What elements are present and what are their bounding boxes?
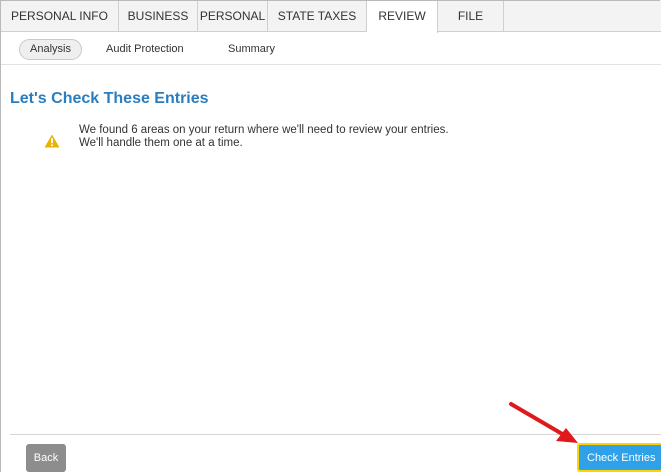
- tab-personal[interactable]: PERSONAL: [198, 1, 268, 31]
- tab-business[interactable]: BUSINESS: [119, 1, 198, 31]
- message-line-1: We found 6 areas on your return where we…: [79, 124, 449, 136]
- sub-tab-bar: Analysis Audit Protection Summary: [1, 32, 661, 65]
- subtab-summary[interactable]: Summary: [228, 39, 275, 59]
- back-button[interactable]: Back: [26, 444, 66, 472]
- subtab-analysis[interactable]: Analysis: [19, 39, 82, 60]
- warning-triangle-icon: [44, 134, 60, 148]
- tab-review[interactable]: REVIEW: [367, 1, 438, 33]
- check-entries-button[interactable]: Check Entries: [577, 443, 661, 472]
- tab-file[interactable]: FILE: [438, 1, 504, 31]
- review-message: We found 6 areas on your return where we…: [79, 124, 449, 150]
- tab-state-taxes[interactable]: STATE TAXES: [268, 1, 367, 31]
- message-line-2: We'll handle them one at a time.: [79, 137, 243, 149]
- tab-personal-info[interactable]: PERSONAL INFO: [1, 1, 119, 31]
- red-arrow-icon: [509, 402, 578, 443]
- main-tab-bar: PERSONAL INFO BUSINESS PERSONAL STATE TA…: [1, 1, 661, 33]
- app-frame: PERSONAL INFO BUSINESS PERSONAL STATE TA…: [0, 0, 661, 472]
- subtab-audit-protection[interactable]: Audit Protection: [106, 39, 184, 59]
- page-title: Let's Check These Entries: [10, 90, 209, 107]
